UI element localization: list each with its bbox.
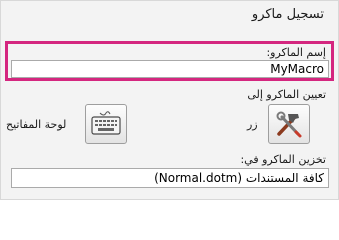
macro-name-input[interactable] <box>11 60 329 78</box>
macro-name-label: إسم الماكرو: <box>266 46 326 59</box>
store-macro-select[interactable]: كافة المستندات (Normal.dotm) <box>11 168 329 188</box>
store-macro-value: كافة المستندات (Normal.dotm) <box>154 171 324 185</box>
assign-to-keyboard-button[interactable] <box>85 104 127 144</box>
button-option-label: زر <box>247 118 258 131</box>
record-macro-dialog: تسجيل ماكرو إسم الماكرو: تعيين الماكرو إ… <box>0 0 339 200</box>
keyboard-option-label: لوحة المفاتيح <box>6 118 67 131</box>
assign-to-button-button[interactable] <box>268 104 310 144</box>
assign-macro-label: تعيين الماكرو إلى <box>247 88 326 101</box>
keyboard-icon <box>91 111 121 135</box>
store-macro-label: تخزين الماكرو في: <box>240 153 326 166</box>
hammer-wrench-icon <box>276 111 302 138</box>
dialog-title: تسجيل ماكرو <box>251 7 324 22</box>
